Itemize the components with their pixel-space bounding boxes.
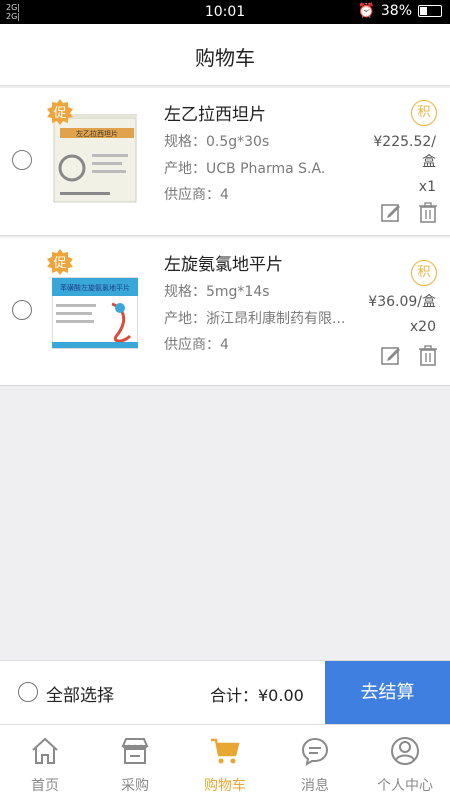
item-select-radio[interactable] (12, 150, 32, 170)
price-line-2: 盒 (422, 154, 436, 170)
tab-purchase-label: 采购 (121, 778, 149, 794)
product-supplier: 供应商：4 (164, 187, 229, 203)
price-line-1: ¥36.09/盒 (368, 294, 436, 310)
box-label: 苯磺酸左旋氨氯地平片 (60, 283, 130, 292)
product-origin: 产地：UCB Pharma S.A. (164, 161, 326, 177)
tab-messages[interactable]: 消息 (270, 725, 360, 800)
promo-badge-text: 促 (53, 106, 67, 121)
cart-item[interactable]: 左乙拉西坦片 促 左乙拉西坦片 规格：0.5g*30s 产地：UCB Pharm… (0, 88, 450, 236)
points-badge: 积 (411, 260, 437, 286)
status-bar: 2G| 2G| 10:01 ⏰ 38% (0, 0, 450, 24)
tab-profile-label: 个人中心 (377, 778, 433, 794)
battery-icon (418, 5, 442, 17)
home-icon (32, 737, 58, 764)
checkout-bar: 全部选择 合计：¥0.00 去结算 (0, 660, 450, 724)
product-supplier: 供应商：4 (164, 337, 229, 353)
alarm-icon: ⏰ (357, 3, 375, 19)
total-amount: 合计：¥0.00 (210, 686, 304, 705)
product-name[interactable]: 左乙拉西坦片 (164, 100, 266, 125)
select-all-radio[interactable] (18, 682, 38, 702)
page-header: 购物车 (0, 24, 450, 86)
message-icon (301, 737, 329, 767)
battery-percent: 38% (380, 3, 412, 19)
price-line-1: ¥225.52/ (373, 134, 436, 150)
tab-bar: 首页 采购 购物车 消息 个人中心 (0, 724, 450, 800)
product-spec: 规格：0.5g*30s (164, 134, 270, 150)
edit-icon[interactable] (380, 201, 402, 223)
store-icon (121, 738, 149, 764)
tab-home-label: 首页 (31, 778, 59, 794)
product-quantity: x1 (418, 179, 436, 195)
box-label: 左乙拉西坦片 (76, 129, 118, 138)
product-price: ¥225.52/ 盒 (373, 132, 436, 172)
cart-icon (211, 738, 240, 764)
item-select-radio[interactable] (12, 300, 32, 320)
delete-icon[interactable] (417, 344, 439, 366)
page-title: 购物车 (195, 46, 255, 70)
tab-profile[interactable]: 个人中心 (360, 725, 450, 800)
product-image: 左乙拉西坦片 (53, 114, 138, 203)
product-image: 苯磺酸左旋氨氯地平片 (52, 277, 138, 349)
promo-badge: 促 (46, 98, 74, 126)
edit-icon[interactable] (380, 344, 402, 366)
promo-badge-text: 促 (53, 256, 67, 271)
points-badge: 积 (411, 100, 437, 126)
product-name[interactable]: 左旋氨氯地平片 (164, 250, 283, 275)
product-price: ¥36.09/盒 (368, 292, 436, 312)
cart-item[interactable]: 苯磺酸左旋氨氯地平片 促 左旋氨氯地平片 规格：5mg*14s 产地：浙江昂利康… (0, 238, 450, 386)
tab-cart[interactable]: 购物车 (180, 725, 270, 800)
checkout-button[interactable]: 去结算 (325, 661, 450, 724)
tab-home[interactable]: 首页 (0, 725, 90, 800)
tab-messages-label: 消息 (301, 778, 329, 794)
tab-purchase[interactable]: 采购 (90, 725, 180, 800)
product-spec: 规格：5mg*14s (164, 284, 270, 300)
promo-badge: 促 (46, 248, 74, 276)
person-icon (391, 737, 419, 765)
delete-icon[interactable] (417, 201, 439, 223)
tab-cart-label: 购物车 (204, 778, 246, 794)
product-quantity: x20 (409, 319, 436, 335)
select-all-label[interactable]: 全部选择 (46, 681, 114, 706)
product-origin: 产地：浙江昂利康制药有限... (164, 311, 346, 327)
